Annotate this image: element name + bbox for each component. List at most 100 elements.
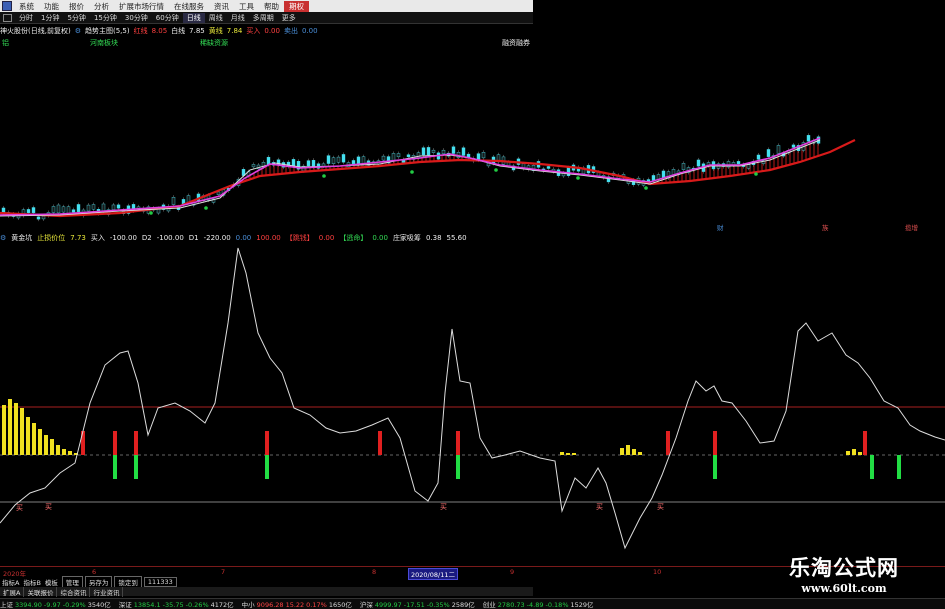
red-line-value: 8.05 xyxy=(151,26,168,35)
watermark: 乐淘公式网 www.60lt.com xyxy=(764,555,924,607)
candle-body xyxy=(431,149,436,153)
d1-value: -220.00 xyxy=(203,233,231,242)
volume-bar xyxy=(566,453,570,455)
tab-related-quote[interactable]: 关联报价 xyxy=(24,586,58,597)
volume-bar xyxy=(32,423,36,455)
signal-red-bar xyxy=(265,431,269,455)
candle-body xyxy=(426,147,431,156)
sector-margin-trading[interactable]: 融资融券 xyxy=(502,38,530,48)
period-more[interactable]: 更多 xyxy=(278,13,300,23)
oscillator-name[interactable]: 黄金坑 xyxy=(11,233,32,243)
index-name: 创业 xyxy=(482,601,496,609)
volume-bar xyxy=(38,429,42,455)
volume-bar xyxy=(572,453,576,455)
menu-item-extended-market[interactable]: 扩展市场行情 xyxy=(114,1,169,12)
watermark-url: www.60lt.com xyxy=(801,582,887,595)
period-1min[interactable]: 1分钟 xyxy=(37,13,63,23)
stock-title[interactable]: 神火股份(日线,前复权) xyxy=(0,26,71,36)
yellow-line-label: 黄线 xyxy=(208,26,223,35)
sector-scarce-resources[interactable]: 稀缺资源 xyxy=(200,38,228,48)
volume-bar xyxy=(638,452,642,455)
candle-body xyxy=(61,206,66,213)
index-percent: 0.17% xyxy=(306,601,327,609)
index-quote[interactable]: 创业 2780.73 -4.89 -0.18% 1529亿 xyxy=(483,599,594,609)
buy-value: 0.00 xyxy=(264,26,280,35)
sector-aluminum[interactable]: 铝 xyxy=(2,38,9,48)
index-price: 3394.90 xyxy=(15,601,42,609)
signal-red-bar xyxy=(666,431,670,455)
menu-bar: 系统 功能 报价 分析 扩展市场行情 在线服务 资讯 工具 帮助 期权 xyxy=(0,0,533,12)
index-percent: -0.29% xyxy=(62,601,86,609)
volume-bar xyxy=(846,451,850,455)
candle-body xyxy=(351,160,356,165)
volume-bar xyxy=(560,452,564,455)
period-daily[interactable]: 日线 xyxy=(182,12,205,23)
menu-item-analysis[interactable]: 分析 xyxy=(89,1,114,12)
trend-magenta-line xyxy=(0,137,821,216)
layout-icon[interactable] xyxy=(3,13,12,22)
signal-dot xyxy=(410,170,414,174)
menu-item-options[interactable]: 期权 xyxy=(284,0,309,12)
candle-body xyxy=(76,204,81,212)
oscillator-chart[interactable]: 买买买买买 xyxy=(0,243,945,565)
menu-item-news[interactable]: 资讯 xyxy=(209,1,234,12)
index-quote[interactable]: 深证 13854.1 -35.75 -0.26% 4172亿 xyxy=(119,599,234,609)
signal-dot xyxy=(204,206,208,210)
tab-general-news[interactable]: 综合资讯 xyxy=(57,586,91,597)
period-intraday[interactable]: 分时 xyxy=(15,13,37,23)
period-monthly[interactable]: 月线 xyxy=(227,13,249,23)
settings-icon[interactable]: ⚙ xyxy=(75,27,81,35)
menu-item-system[interactable]: 系统 xyxy=(14,1,39,12)
sector-tags: 铝 河南板块 稀缺资源 融资融券 xyxy=(0,38,533,48)
tab-industry-news[interactable]: 行业资讯 xyxy=(90,586,124,597)
period-15min[interactable]: 15分钟 xyxy=(90,13,121,23)
period-weekly[interactable]: 周线 xyxy=(205,13,227,23)
menu-item-quote[interactable]: 报价 xyxy=(64,1,89,12)
index-quote[interactable]: 上证 3394.90 -9.97 -0.29% 3540亿 xyxy=(0,599,111,609)
signal-red-bar xyxy=(863,431,867,455)
index-change: 15.22 xyxy=(285,601,305,609)
index-amount: 1529亿 xyxy=(570,601,594,609)
menu-item-online-service[interactable]: 在线服务 xyxy=(169,1,209,12)
lock-value[interactable]: 111333 xyxy=(143,576,177,587)
index-quote[interactable]: 沪深 4999.97 -17.51 -0.35% 2589亿 xyxy=(360,599,475,609)
index-percent: -0.35% xyxy=(426,601,450,609)
tab-template[interactable]: 模板 xyxy=(43,577,60,587)
extension-tabs: 扩展A 关联报价 综合资讯 行业资讯 xyxy=(0,586,533,597)
price-chart[interactable] xyxy=(0,48,945,222)
event-tag-clan[interactable]: 族 xyxy=(822,222,829,232)
index-name: 深证 xyxy=(118,601,132,609)
period-multi[interactable]: 多周期 xyxy=(249,13,278,23)
sector-henan[interactable]: 河南板块 xyxy=(90,38,118,48)
period-30min[interactable]: 30分钟 xyxy=(121,13,152,23)
candle-body xyxy=(441,149,446,155)
tab-indicator-b[interactable]: 指标B xyxy=(21,577,42,587)
index-quote[interactable]: 中小 9096.28 15.22 0.17% 1650亿 xyxy=(242,599,352,609)
candle-body xyxy=(111,204,116,210)
event-tag-finance[interactable]: 财 xyxy=(717,222,724,232)
index-amount: 4172亿 xyxy=(210,601,234,609)
signal-dot xyxy=(576,176,580,180)
candle-body xyxy=(406,154,411,158)
volume-bar xyxy=(50,439,54,455)
candle-body xyxy=(36,216,41,220)
period-5min[interactable]: 5分钟 xyxy=(63,13,89,23)
candle-body xyxy=(251,164,256,168)
candle-body xyxy=(216,191,221,195)
period-60min[interactable]: 60分钟 xyxy=(152,13,183,23)
volume-bar xyxy=(626,445,630,455)
tab-extension-a[interactable]: 扩展A xyxy=(0,586,25,597)
menu-item-function[interactable]: 功能 xyxy=(39,1,64,12)
signal-red-bar xyxy=(113,431,117,455)
period-toolbar: 分时 1分钟 5分钟 15分钟 30分钟 60分钟 日线 周线 月线 多周期 更… xyxy=(0,12,533,24)
menu-item-help[interactable]: 帮助 xyxy=(259,1,284,12)
menu-item-tools[interactable]: 工具 xyxy=(234,1,259,12)
last-value: 55.60 xyxy=(446,233,467,242)
date-label-8: 8 xyxy=(372,568,377,576)
indicator-name[interactable]: 趋势主图(5,5) xyxy=(85,26,130,36)
settings-icon[interactable]: ⚙ xyxy=(0,234,6,242)
event-tag-increase[interactable]: 揽增 xyxy=(905,222,918,232)
signal-red-bar xyxy=(713,431,717,455)
tab-indicator-a[interactable]: 指标A xyxy=(0,577,21,587)
signal-green-bar xyxy=(134,455,138,479)
